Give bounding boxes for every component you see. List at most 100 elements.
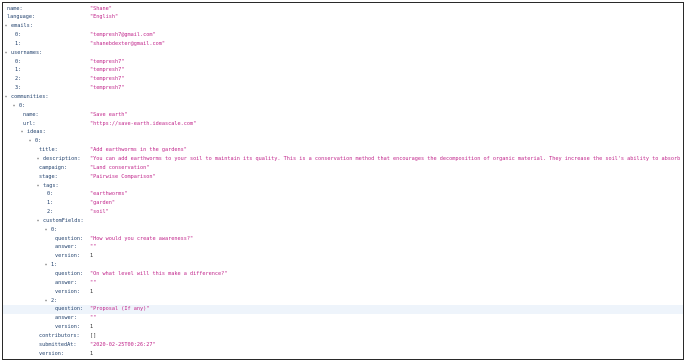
json-key: title: — [39, 147, 58, 154]
expand-toggle-icon[interactable]: ▾ — [3, 49, 9, 58]
json-row: language: "English" — [3, 13, 683, 22]
json-key: contributors: — [39, 332, 80, 339]
json-row: version: 1 — [3, 288, 683, 297]
expand-toggle-icon[interactable]: ▾ — [3, 22, 9, 31]
json-key: version: — [55, 324, 80, 331]
json-key[interactable]: description: — [43, 155, 80, 164]
json-row: question: "How would you create awareness… — [3, 235, 683, 244]
expand-toggle-icon[interactable]: ▾ — [43, 226, 49, 235]
json-row: ▾ 0: — [3, 102, 683, 111]
json-key: 0: — [15, 58, 22, 65]
json-row: ▾ 1: — [3, 261, 683, 270]
json-row: ▾ emails: — [3, 22, 683, 31]
json-row: 2: "soil" — [3, 208, 683, 217]
json-key[interactable]: 0: — [19, 102, 25, 111]
json-key[interactable]: 2: — [51, 297, 57, 306]
json-value: [] — [90, 332, 97, 339]
json-row: version: 1 — [3, 252, 683, 261]
json-key: 3: — [15, 85, 22, 92]
json-key[interactable]: ideas: — [27, 128, 46, 137]
json-value: "Shane" — [90, 5, 112, 12]
json-key: answer: — [55, 279, 77, 286]
json-key: language: — [7, 14, 36, 21]
json-key[interactable]: customFields: — [43, 217, 84, 226]
json-row: contributors: [] — [3, 332, 683, 341]
json-row: ▾ customFields: — [3, 217, 683, 226]
json-key[interactable]: 0: — [51, 226, 57, 235]
json-key[interactable]: tags: — [43, 182, 59, 191]
json-value: "tempresh7" — [90, 58, 125, 65]
json-row: ▾ ideas: — [3, 128, 683, 137]
json-value: "How would you create awareness?" — [90, 235, 194, 242]
json-key[interactable]: emails: — [11, 22, 33, 31]
json-key: name: — [7, 5, 23, 12]
json-value: "earthworms" — [90, 191, 128, 198]
json-value: "Save earth" — [90, 111, 128, 118]
expand-toggle-icon[interactable]: ▾ — [35, 155, 41, 164]
json-row: campaign: "Land conservation" — [3, 164, 683, 173]
json-key: stage: — [39, 173, 58, 180]
json-key: 0: — [47, 191, 54, 198]
json-row: 0: "earthworms" — [3, 190, 683, 199]
json-key: 1: — [15, 67, 22, 74]
json-value: "2020-02-25T00:26:27" — [90, 341, 156, 348]
json-value: "https://save-earth.ideascale.com" — [90, 120, 197, 127]
json-row: ▾ communities: — [3, 93, 683, 102]
expand-toggle-icon[interactable]: ▾ — [35, 217, 41, 226]
json-value: "tempresh7" — [90, 76, 125, 83]
json-key: submittedAt: — [39, 341, 77, 348]
json-row: answer: "" — [3, 279, 683, 288]
json-value: "" — [90, 279, 97, 286]
json-key: answer: — [55, 244, 77, 251]
json-value: "Pairwise Comparison" — [90, 173, 156, 180]
expand-toggle-icon[interactable]: ▾ — [11, 102, 17, 111]
json-row: version: 1 — [3, 350, 683, 359]
json-value: "soil" — [90, 209, 109, 216]
json-key: 1: — [47, 200, 54, 207]
expand-toggle-icon[interactable]: ▾ — [19, 128, 25, 137]
json-value: "garden" — [90, 200, 115, 207]
json-row: ▾ 2: — [3, 297, 683, 306]
expand-toggle-icon[interactable]: ▾ — [43, 261, 49, 270]
json-value: 1 — [90, 350, 94, 357]
json-key: campaign: — [39, 164, 68, 171]
json-value: "Proposal (If any)" — [90, 306, 150, 313]
json-key: question: — [55, 271, 84, 277]
json-row: version: 1 — [3, 323, 683, 332]
json-key[interactable]: usernames: — [11, 49, 42, 58]
json-key[interactable]: 0: — [35, 137, 41, 146]
json-key: 2: — [15, 76, 22, 83]
json-key: version: — [55, 288, 80, 295]
json-row: title: "Add earthworms in the gardens" — [3, 146, 683, 155]
json-row: 1: "tempresh7" — [3, 66, 683, 75]
json-value: "tempresh7@gmail.com" — [90, 32, 156, 39]
expand-toggle-icon[interactable]: ▾ — [35, 182, 41, 191]
json-key: 1: — [15, 40, 22, 47]
json-viewer: name: "Shane" language: "English" ▾ emails: 0:… — [2, 2, 684, 360]
json-key: 0: — [15, 32, 22, 39]
json-row: question: "Proposal (If any)" — [3, 305, 683, 315]
json-key[interactable]: communities: — [11, 93, 48, 102]
expand-toggle-icon[interactable]: ▾ — [3, 93, 9, 102]
expand-toggle-icon[interactable]: ▾ — [27, 137, 33, 146]
json-value: "tempresh7" — [90, 67, 125, 74]
json-row: 1: "shanebdexter@gmail.com" — [3, 40, 683, 49]
json-row: ▾ description: "You can add earthworms to … — [3, 155, 683, 164]
json-row: answer: "" — [3, 314, 683, 323]
json-value: "" — [90, 315, 97, 322]
json-row: name: "Shane" — [3, 5, 683, 14]
json-key: version: — [55, 253, 80, 260]
json-value: "You can add earthworms to your soil to … — [90, 155, 684, 162]
json-key: name: — [23, 111, 39, 118]
json-key: answer: — [55, 315, 77, 322]
json-key: 2: — [47, 209, 54, 216]
json-value: "English" — [90, 14, 119, 21]
json-value: 1 — [90, 253, 94, 260]
json-value: 1 — [90, 324, 94, 331]
json-row: 1: "garden" — [3, 199, 683, 208]
expand-toggle-icon[interactable]: ▾ — [43, 297, 49, 306]
json-key[interactable]: 1: — [51, 261, 57, 270]
json-row: ▾ 0: — [3, 137, 683, 146]
json-row: ▾ tags: — [3, 182, 683, 191]
json-key: question: — [55, 235, 84, 242]
